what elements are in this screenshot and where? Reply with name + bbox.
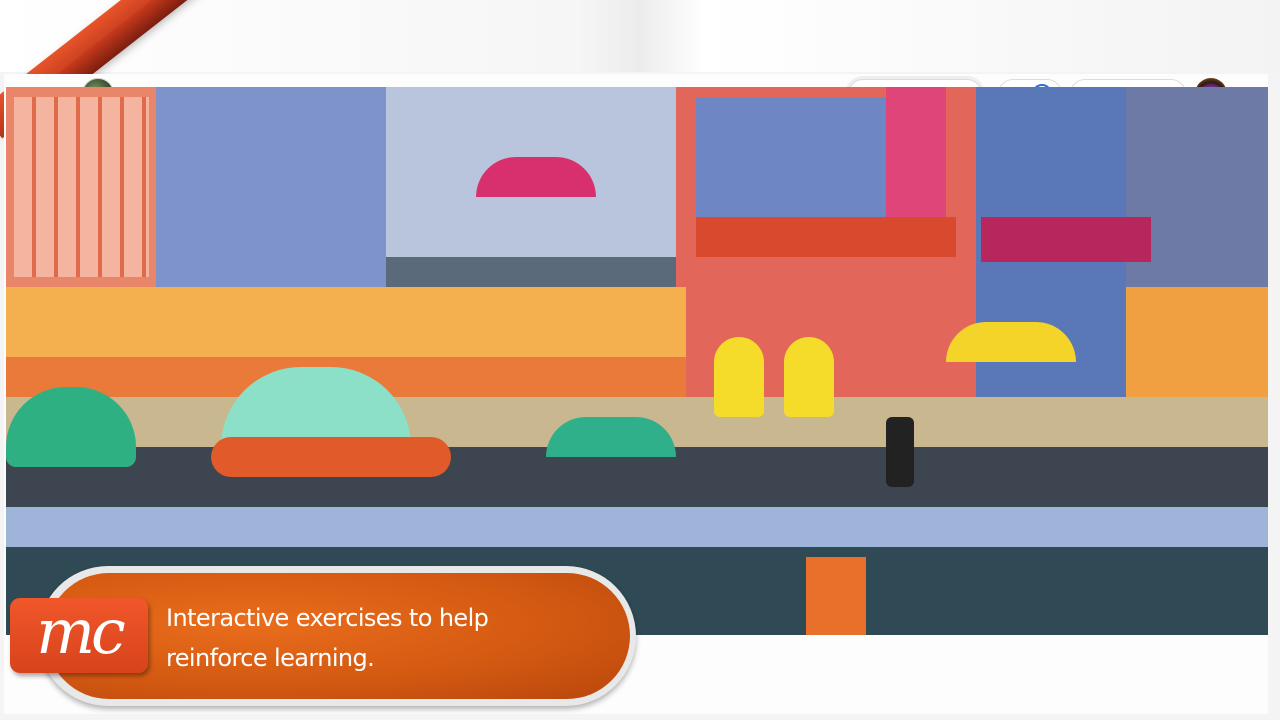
caption-line-2: reinforce learning. <box>166 644 375 672</box>
window-room <box>696 97 886 227</box>
child-raincoat <box>714 337 764 417</box>
caption-line-1: Interactive exercises to help <box>166 604 489 632</box>
balcony <box>696 217 956 257</box>
umbrella-green <box>546 417 676 457</box>
brick-wall <box>156 87 386 287</box>
child-raincoat <box>784 337 834 417</box>
mc-logo: mc <box>10 598 148 673</box>
orange-post <box>806 557 866 635</box>
umbrella-pink <box>476 157 596 197</box>
building-windows <box>14 97 149 277</box>
lesson-illustration[interactable] <box>6 87 1268 635</box>
railing <box>6 507 1268 547</box>
traffic-light <box>886 417 914 487</box>
pink-panel <box>886 87 946 227</box>
umbrella-yellow <box>946 322 1076 362</box>
orange-car <box>211 437 451 477</box>
balcony-pink <box>981 217 1151 262</box>
bridge <box>386 257 676 287</box>
caption-text: Interactive exercises to help reinforce … <box>166 598 586 678</box>
background-frame <box>0 0 1280 72</box>
house-right <box>976 87 1126 447</box>
